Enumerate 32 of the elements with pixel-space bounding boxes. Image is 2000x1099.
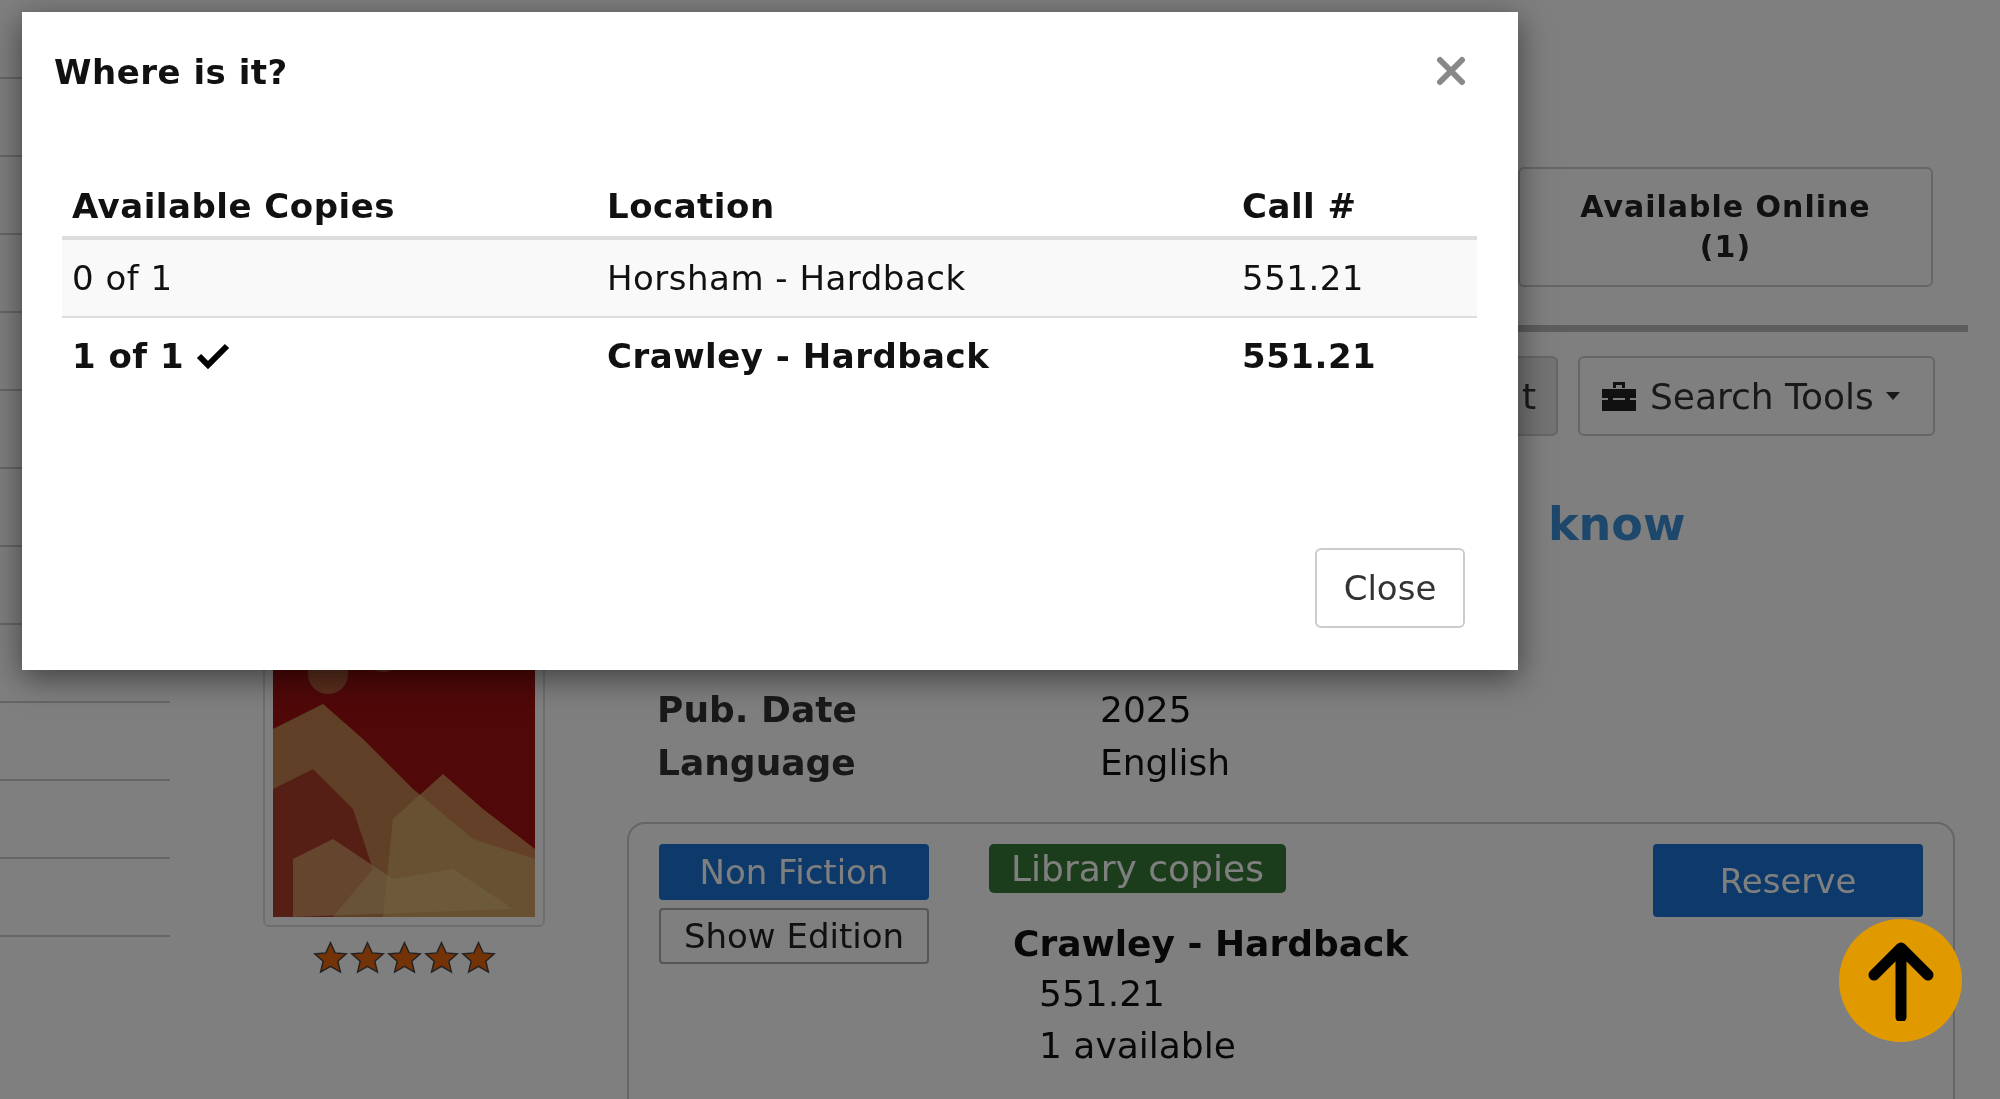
reserve-button[interactable]: Reserve (1653, 844, 1923, 917)
close-icon[interactable] (1436, 56, 1466, 86)
star-icon (423, 941, 459, 975)
close-button[interactable]: Close (1315, 548, 1465, 628)
check-icon (196, 342, 231, 370)
arrow-up-icon (1867, 940, 1934, 1021)
table-cell: 551.21 (1232, 317, 1477, 394)
detail-label: Pub. Date (657, 688, 858, 732)
toolbox-icon (1600, 380, 1638, 412)
detail-label: Language (657, 741, 857, 785)
star-icon (386, 941, 422, 975)
detail-value: 2025 (1100, 688, 1192, 732)
table-cell: 0 of 1 (72, 258, 173, 298)
star-icon (312, 941, 348, 975)
tab[interactable]: Available Online (1) (1518, 167, 1933, 287)
detail-value: English (1100, 741, 1230, 785)
table-cell: 1 of 1 (72, 336, 185, 376)
availability-text: 1 available (1039, 1024, 1237, 1068)
section-heading: know (1548, 497, 1686, 551)
location-text: Crawley - Hardback (1013, 923, 1409, 964)
star-icon (460, 941, 496, 975)
table-cell: 551.21 (1232, 238, 1477, 317)
search-tools-button[interactable]: Search Tools (1578, 356, 1935, 436)
dialog-title: Where is it? (54, 52, 288, 92)
caret-icon (1885, 392, 1900, 400)
table-cell: Crawley - Hardback (597, 317, 1232, 394)
show-edition-button[interactable]: Show Edition (659, 908, 929, 964)
table-cell: Horsham - Hardback (597, 238, 1232, 317)
call-number: 551.21 (1039, 972, 1166, 1016)
copies-badge: Library copies (989, 844, 1286, 893)
category-button[interactable]: Non Fiction (659, 844, 929, 900)
star-icon (349, 941, 385, 975)
